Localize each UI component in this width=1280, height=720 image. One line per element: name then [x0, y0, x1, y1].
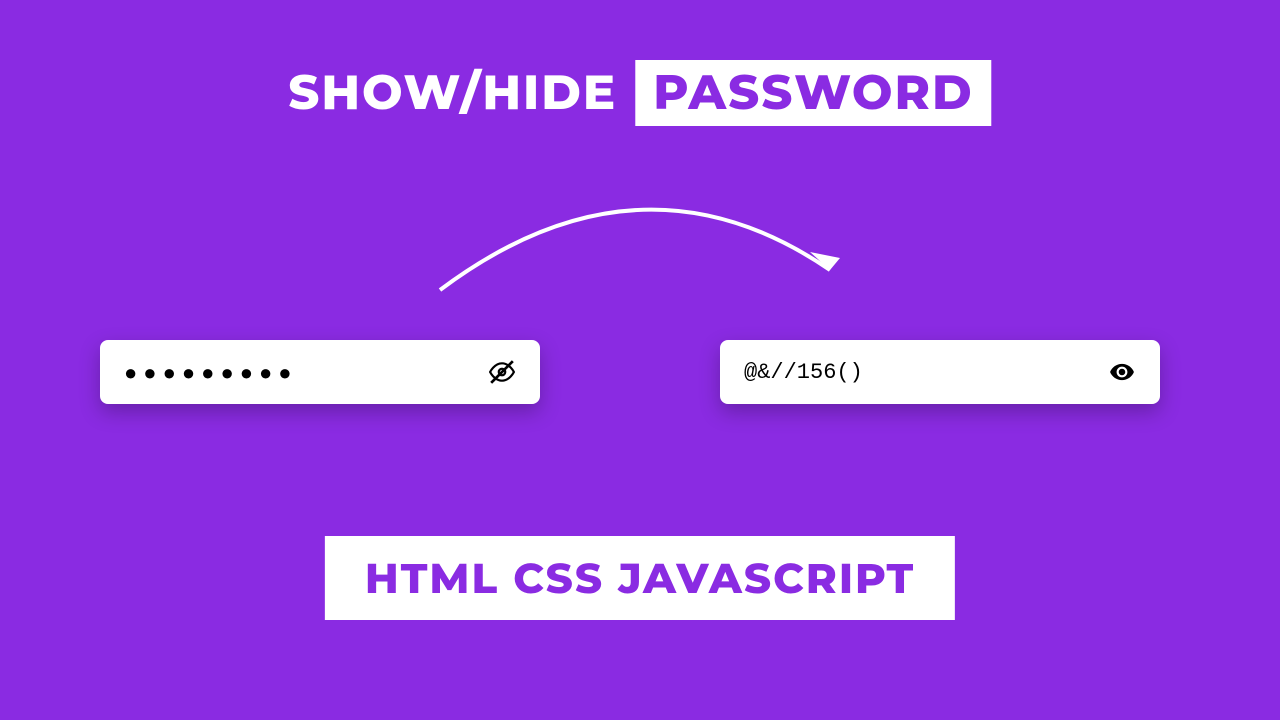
title-prefix: SHOW/HIDE [288, 64, 617, 122]
eye-icon[interactable] [1108, 358, 1136, 386]
password-visible-value: @&//156() [744, 360, 863, 385]
page-title: SHOW/HIDE PASSWORD [288, 60, 991, 126]
footer-badge: HTML CSS JAVASCRIPT [325, 536, 955, 620]
password-input-visible[interactable]: @&//156() [720, 340, 1160, 404]
password-masked-value: ●●●●●●●●● [124, 359, 298, 386]
password-input-hidden[interactable]: ●●●●●●●●● [100, 340, 540, 404]
eye-slash-icon[interactable] [488, 358, 516, 386]
title-highlight: PASSWORD [635, 60, 992, 126]
arrow-illustration [410, 160, 870, 300]
